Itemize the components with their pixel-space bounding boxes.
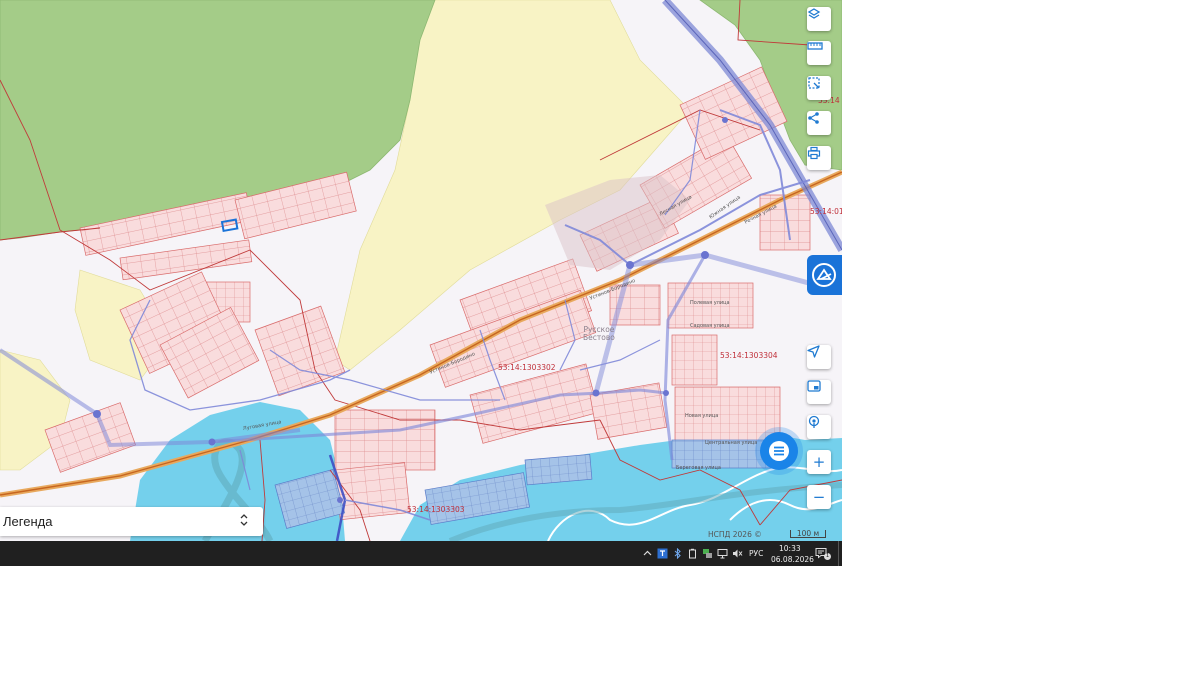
picture-in-picture-icon bbox=[807, 380, 821, 392]
share-icon bbox=[808, 112, 819, 124]
input-language[interactable]: РУС bbox=[749, 549, 763, 558]
touch-pin-icon bbox=[808, 415, 820, 428]
legend-dropdown[interactable]: Легенда bbox=[0, 507, 263, 536]
cadastral-quarter-label[interactable]: 53:14:01 bbox=[810, 207, 842, 216]
monitor-icon[interactable] bbox=[717, 548, 728, 559]
map-attribution[interactable]: НСПД 2026 © bbox=[708, 530, 762, 539]
network-icon[interactable] bbox=[702, 548, 713, 559]
print-icon bbox=[807, 146, 821, 160]
notification-count: 1 bbox=[824, 553, 831, 560]
zoom-in-label: + bbox=[812, 452, 826, 471]
cadastral-quarter-label[interactable]: 53:14:1303303 bbox=[407, 505, 465, 514]
cadastral-quarter-label[interactable]: 53:14:1303304 bbox=[720, 351, 778, 360]
ruler-icon bbox=[807, 42, 823, 50]
zoom-out-label: − bbox=[812, 487, 826, 506]
pin-button[interactable] bbox=[807, 415, 831, 439]
street-label: Полевая улица bbox=[690, 300, 730, 306]
chevron-up-icon[interactable] bbox=[643, 549, 652, 558]
ruler-button[interactable] bbox=[807, 41, 831, 65]
print-button[interactable] bbox=[807, 146, 831, 170]
select-area-icon bbox=[808, 77, 820, 89]
taskbar: РУС 10:33 06.08.2026 1 bbox=[0, 541, 842, 566]
battery-icon[interactable] bbox=[688, 548, 697, 559]
legend-label: Легенда bbox=[3, 514, 53, 529]
picture-in-picture-button[interactable] bbox=[807, 380, 831, 404]
app-icon[interactable] bbox=[657, 548, 668, 559]
layers-icon bbox=[807, 8, 821, 19]
layers-button[interactable] bbox=[807, 7, 831, 31]
zoom-in-button[interactable]: + bbox=[807, 450, 831, 474]
menu-fab-button[interactable] bbox=[760, 432, 798, 470]
scale-bar: 100 м bbox=[790, 530, 826, 538]
cadastral-quarter-label[interactable]: 53:14:1303302 bbox=[498, 363, 556, 372]
zoom-out-button[interactable]: − bbox=[807, 485, 831, 509]
street-label: Береговая улица bbox=[676, 465, 721, 471]
settlement-label: Русское Бестово bbox=[583, 325, 615, 342]
street-label: Садовая улица bbox=[690, 323, 730, 329]
navigation-arrow-icon bbox=[807, 345, 820, 358]
nspd-panel-toggle[interactable] bbox=[807, 255, 842, 295]
clock-time[interactable]: 10:33 bbox=[779, 544, 801, 553]
map-view[interactable]: Устинов-Бородино Устинов-Бородино Лесная… bbox=[0, 0, 842, 541]
share-button[interactable] bbox=[807, 111, 831, 135]
show-desktop-strip[interactable] bbox=[838, 541, 839, 566]
bluetooth-icon[interactable] bbox=[673, 548, 683, 559]
clock-date[interactable]: 06.08.2026 bbox=[771, 555, 814, 564]
menu-list-icon bbox=[769, 441, 789, 461]
mute-icon[interactable] bbox=[732, 548, 743, 559]
street-label: Центральная улица bbox=[705, 440, 758, 446]
locate-button[interactable] bbox=[807, 345, 831, 369]
nspd-logo-icon bbox=[812, 263, 836, 287]
map-canvas[interactable] bbox=[0, 0, 842, 541]
street-label: Новая улица bbox=[685, 413, 719, 419]
select-area-button[interactable] bbox=[807, 76, 831, 100]
